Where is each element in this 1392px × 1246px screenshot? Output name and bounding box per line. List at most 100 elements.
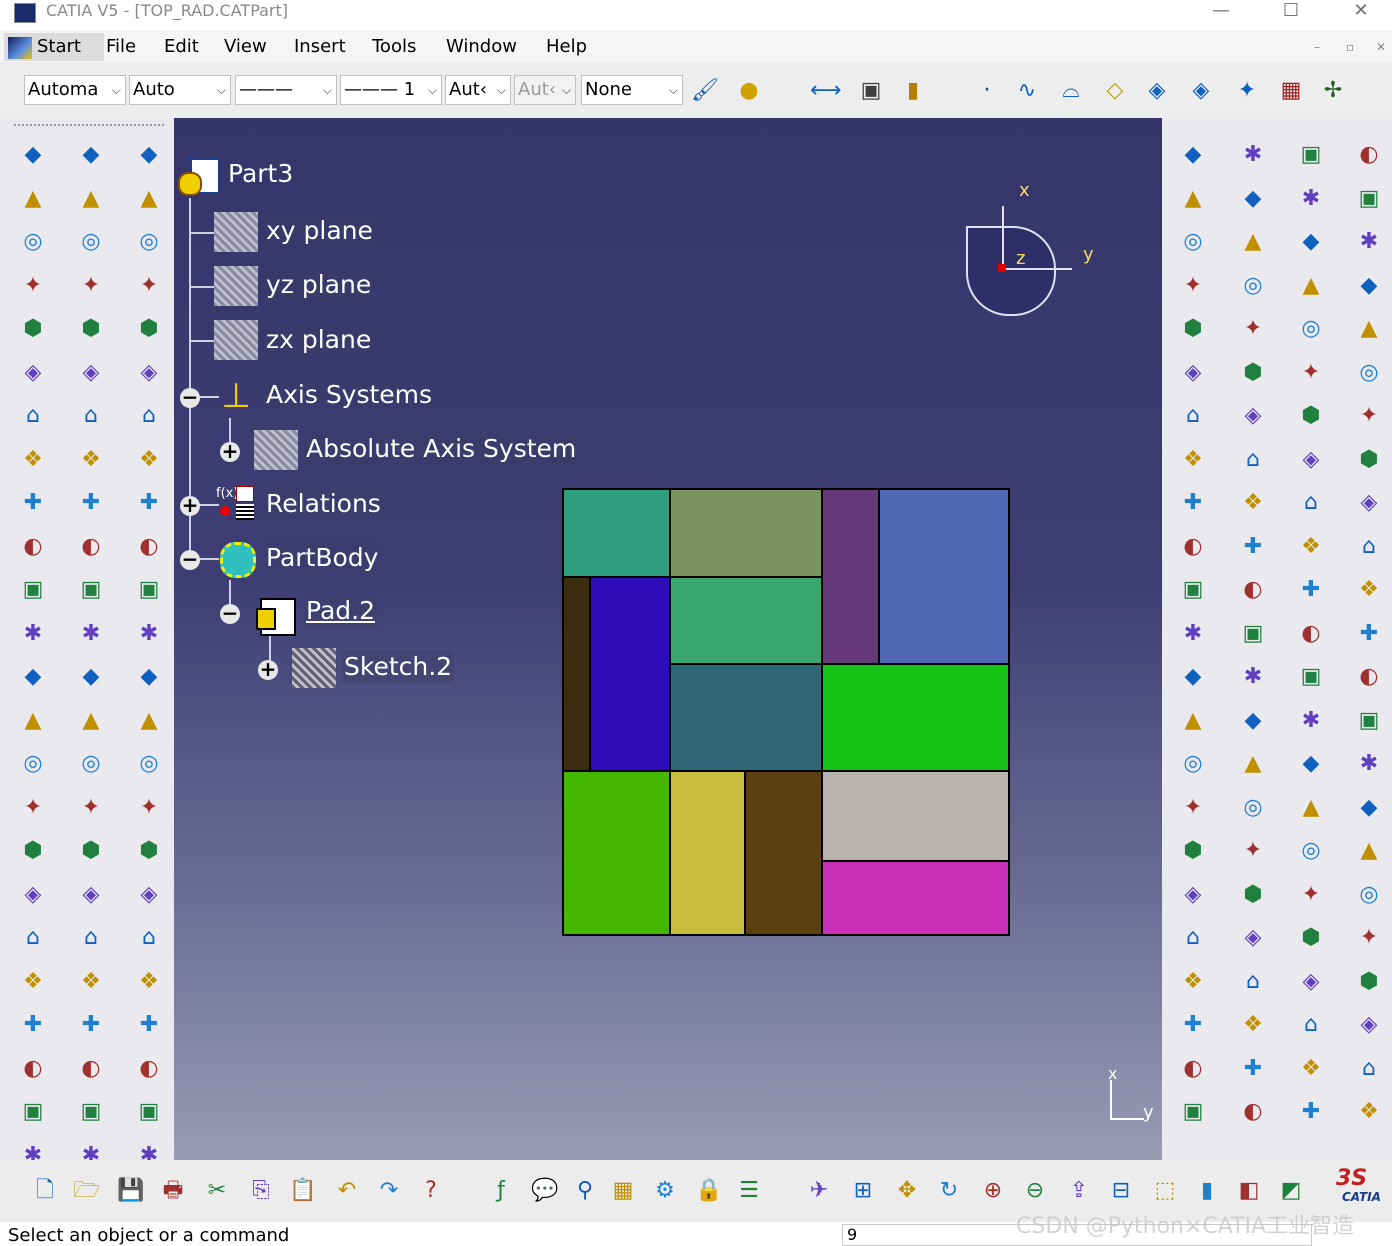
right-tool-icon[interactable]: ◐: [1238, 575, 1268, 605]
right-tool-icon[interactable]: ◎: [1238, 271, 1268, 301]
right-tool-icon[interactable]: ◆: [1178, 662, 1208, 692]
left-tool-icon[interactable]: ▣: [134, 1097, 164, 1127]
bottom-tool-icon[interactable]: ↶: [332, 1176, 362, 1206]
right-tool-icon[interactable]: ✚: [1238, 532, 1268, 562]
right-tool-icon[interactable]: ✚: [1238, 1054, 1268, 1084]
part-geometry-mosaic[interactable]: [562, 488, 1012, 938]
right-tool-icon[interactable]: ✚: [1178, 488, 1208, 518]
bottom-tool-icon[interactable]: ƒ: [486, 1176, 516, 1206]
bottom-tool-icon[interactable]: ⊖: [1020, 1176, 1050, 1206]
right-tool-icon[interactable]: ✚: [1296, 575, 1326, 605]
left-tool-icon[interactable]: ❖: [134, 445, 164, 475]
left-tool-icon[interactable]: ◐: [18, 532, 48, 562]
expand-absolute-axis-icon[interactable]: +: [220, 441, 240, 462]
zx-plane-icon[interactable]: [214, 320, 258, 360]
line-type-combo[interactable]: ——— 1 ⌵: [340, 75, 442, 105]
menu-help[interactable]: Help: [546, 34, 587, 60]
right-tool-icon[interactable]: ⬢: [1238, 880, 1268, 910]
doc-close-icon[interactable]: ✕: [1376, 40, 1386, 54]
right-tool-icon[interactable]: ▣: [1354, 706, 1384, 736]
left-tool-icon[interactable]: ⌂: [76, 401, 106, 431]
left-tool-icon[interactable]: ▣: [18, 575, 48, 605]
tree-relations[interactable]: Relations: [264, 488, 383, 520]
right-tool-icon[interactable]: ✦: [1178, 271, 1208, 301]
right-tool-icon[interactable]: ▣: [1178, 1097, 1208, 1127]
left-tool-icon[interactable]: ◆: [76, 140, 106, 170]
left-tool-icon[interactable]: ▣: [76, 1097, 106, 1127]
doc-restore-icon[interactable]: ▫: [1346, 40, 1354, 54]
right-tool-icon[interactable]: ▲: [1178, 184, 1208, 214]
right-tool-icon[interactable]: ❖: [1238, 488, 1268, 518]
collapse-pad-icon[interactable]: −: [220, 603, 240, 624]
left-tool-icon[interactable]: ◎: [18, 227, 48, 257]
spline-icon[interactable]: ∿: [1012, 76, 1042, 106]
right-tool-icon[interactable]: ❖: [1296, 532, 1326, 562]
left-tool-icon[interactable]: ◆: [134, 662, 164, 692]
left-tool-icon[interactable]: ⌂: [134, 923, 164, 953]
measure-item-icon[interactable]: ▣: [856, 76, 886, 106]
right-tool-icon[interactable]: ✱: [1354, 749, 1384, 779]
left-tool-icon[interactable]: ▣: [18, 1097, 48, 1127]
right-tool-icon[interactable]: ◎: [1178, 227, 1208, 257]
right-tool-icon[interactable]: ✦: [1354, 923, 1384, 953]
bottom-tool-icon[interactable]: ◩: [1276, 1176, 1306, 1206]
left-tool-icon[interactable]: ◐: [18, 1054, 48, 1084]
left-tool-icon[interactable]: ▣: [76, 575, 106, 605]
left-tool-icon[interactable]: ⬢: [134, 836, 164, 866]
left-tool-icon[interactable]: ◎: [134, 749, 164, 779]
left-tool-icon[interactable]: ⬢: [76, 836, 106, 866]
left-tool-icon[interactable]: ✦: [18, 793, 48, 823]
left-tool-icon[interactable]: ✱: [134, 619, 164, 649]
right-tool-icon[interactable]: ⬢: [1178, 836, 1208, 866]
bottom-tool-icon[interactable]: ✂: [202, 1176, 232, 1206]
bottom-tool-icon[interactable]: ◧: [1234, 1176, 1264, 1206]
right-tool-icon[interactable]: ◎: [1354, 358, 1384, 388]
tree-xy-plane[interactable]: xy plane: [264, 215, 375, 247]
right-tool-icon[interactable]: ⌂: [1354, 532, 1384, 562]
right-tool-icon[interactable]: ◐: [1354, 140, 1384, 170]
left-tool-icon[interactable]: ▲: [134, 184, 164, 214]
menu-file[interactable]: File: [106, 34, 136, 60]
tree-yz-plane[interactable]: yz plane: [264, 269, 374, 301]
right-tool-icon[interactable]: ▲: [1296, 271, 1326, 301]
left-tool-icon[interactable]: ▲: [134, 706, 164, 736]
measure-inertia-icon[interactable]: ▮: [898, 76, 928, 106]
right-tool-icon[interactable]: ◐: [1238, 1097, 1268, 1127]
left-tool-icon[interactable]: ⬢: [18, 836, 48, 866]
right-tool-icon[interactable]: ▲: [1238, 749, 1268, 779]
right-tool-icon[interactable]: ✚: [1354, 619, 1384, 649]
right-tool-icon[interactable]: ⌂: [1238, 445, 1268, 475]
left-tool-icon[interactable]: ◈: [18, 880, 48, 910]
right-tool-icon[interactable]: ◈: [1178, 358, 1208, 388]
bottom-tool-icon[interactable]: ⎘: [246, 1176, 276, 1206]
right-tool-icon[interactable]: ▲: [1354, 836, 1384, 866]
right-tool-icon[interactable]: ◈: [1296, 967, 1326, 997]
right-tool-icon[interactable]: ⌂: [1238, 967, 1268, 997]
tree-zx-plane[interactable]: zx plane: [264, 324, 374, 356]
left-tool-icon[interactable]: ◆: [18, 662, 48, 692]
part-icon[interactable]: [176, 156, 220, 196]
menu-view[interactable]: View: [224, 34, 267, 60]
left-tool-icon[interactable]: ✦: [76, 271, 106, 301]
right-tool-icon[interactable]: ✚: [1296, 1097, 1326, 1127]
left-tool-icon[interactable]: ◈: [134, 358, 164, 388]
right-tool-icon[interactable]: ▲: [1354, 314, 1384, 344]
analysis-icon-2[interactable]: ◈: [1186, 76, 1216, 106]
transparency-combo[interactable]: Auto ⌵: [129, 75, 231, 105]
bottom-tool-icon[interactable]: 📋: [288, 1176, 318, 1206]
close-button[interactable]: ✕: [1338, 0, 1384, 24]
bottom-tool-icon[interactable]: 🔒: [694, 1176, 724, 1206]
bottom-tool-icon[interactable]: 💾: [116, 1176, 146, 1206]
left-tool-icon[interactable]: ◈: [18, 358, 48, 388]
left-tool-icon[interactable]: ◎: [76, 227, 106, 257]
right-tool-icon[interactable]: ◐: [1354, 662, 1384, 692]
point-type-combo[interactable]: Aut‹ ⌵: [445, 75, 511, 105]
bottom-tool-icon[interactable]: 🗁: [72, 1176, 102, 1206]
right-tool-icon[interactable]: ❖: [1354, 575, 1384, 605]
left-tool-icon[interactable]: ◈: [134, 880, 164, 910]
left-tool-icon[interactable]: ◎: [76, 749, 106, 779]
right-tool-icon[interactable]: ◎: [1296, 314, 1326, 344]
right-tool-icon[interactable]: ⌂: [1178, 923, 1208, 953]
bottom-tool-icon[interactable]: ↷: [374, 1176, 404, 1206]
bottom-tool-icon[interactable]: 💬: [530, 1176, 560, 1206]
